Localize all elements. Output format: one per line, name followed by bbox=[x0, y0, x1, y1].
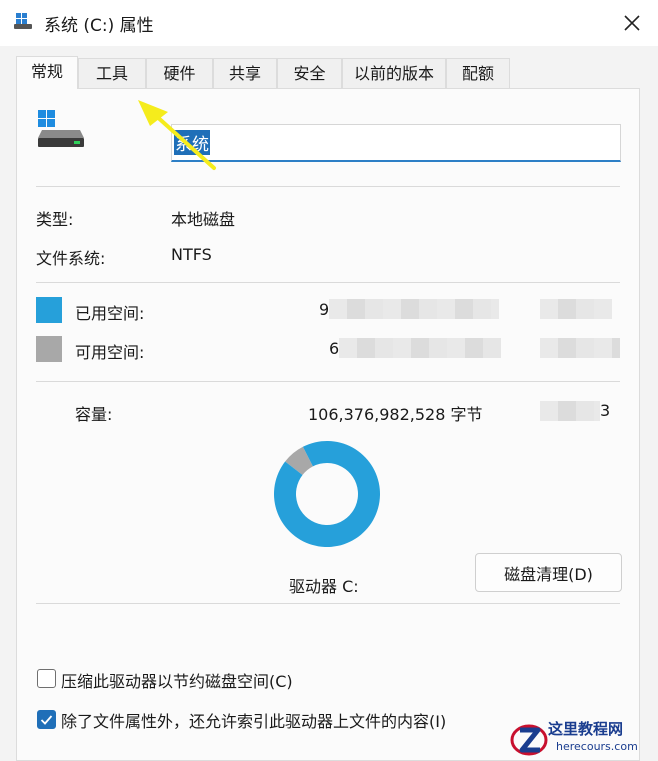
separator bbox=[36, 603, 620, 604]
compress-drive-checkbox[interactable] bbox=[37, 669, 56, 688]
volume-name-text: 系统 bbox=[174, 130, 210, 155]
tab-quota[interactable]: 配额 bbox=[446, 58, 510, 88]
site-watermark: 这里教程网 herecours.com bbox=[508, 716, 658, 761]
capacity-size-value: 3 bbox=[600, 401, 611, 420]
redacted-used-bytes bbox=[329, 299, 499, 319]
separator bbox=[36, 381, 620, 382]
free-space-label: 可用空间: bbox=[75, 343, 145, 362]
drive-icon bbox=[38, 110, 84, 147]
volume-name-input[interactable]: 系统 bbox=[171, 124, 621, 162]
window-title: 系统 (C:) 属性 bbox=[44, 16, 154, 36]
tab-hardware[interactable]: 硬件 bbox=[146, 58, 213, 88]
free-space-value: 6 bbox=[329, 339, 340, 358]
title-bar: 系统 (C:) 属性 bbox=[0, 0, 658, 46]
tab-previous-versions[interactable]: 以前的版本 bbox=[342, 58, 446, 88]
tab-sharing[interactable]: 共享 bbox=[213, 58, 277, 88]
separator bbox=[36, 186, 620, 187]
type-value: 本地磁盘 bbox=[171, 210, 236, 229]
redacted-used-size bbox=[540, 299, 612, 319]
redacted-capacity-size bbox=[540, 401, 600, 421]
used-space-swatch bbox=[36, 297, 62, 323]
watermark-logo-icon bbox=[510, 724, 548, 756]
file-system-value: NTFS bbox=[171, 245, 212, 264]
capacity-label: 容量: bbox=[75, 405, 113, 424]
type-label: 类型: bbox=[36, 210, 74, 229]
used-space-value: 9 bbox=[319, 300, 330, 319]
redacted-free-bytes bbox=[339, 338, 501, 358]
close-button[interactable] bbox=[612, 6, 652, 40]
used-space-label: 已用空间: bbox=[75, 304, 145, 323]
close-icon bbox=[624, 15, 640, 31]
checkmark-icon bbox=[40, 715, 53, 725]
index-contents-checkbox[interactable] bbox=[37, 710, 56, 729]
index-contents-label: 除了文件属性外，还允许索引此驱动器上文件的内容(I) bbox=[61, 712, 447, 731]
free-space-swatch bbox=[36, 336, 62, 362]
capacity-value: 106,376,982,528 字节 bbox=[308, 405, 483, 424]
tab-security[interactable]: 安全 bbox=[277, 58, 342, 88]
redacted-free-size bbox=[540, 338, 620, 358]
compress-drive-label: 压缩此驱动器以节约磁盘空间(C) bbox=[61, 672, 293, 691]
separator bbox=[36, 282, 620, 283]
watermark-url: herecours.com bbox=[556, 740, 638, 753]
watermark-title: 这里教程网 bbox=[548, 720, 624, 738]
drive-letter-label: 驱动器 C: bbox=[289, 577, 359, 596]
drive-properties-icon bbox=[14, 13, 32, 29]
disk-cleanup-button[interactable]: 磁盘清理(D) bbox=[475, 553, 622, 592]
tab-tools[interactable]: 工具 bbox=[78, 58, 146, 88]
tab-general[interactable]: 常规 bbox=[16, 56, 78, 89]
file-system-label: 文件系统: bbox=[36, 249, 106, 268]
disk-usage-donut bbox=[274, 441, 380, 547]
